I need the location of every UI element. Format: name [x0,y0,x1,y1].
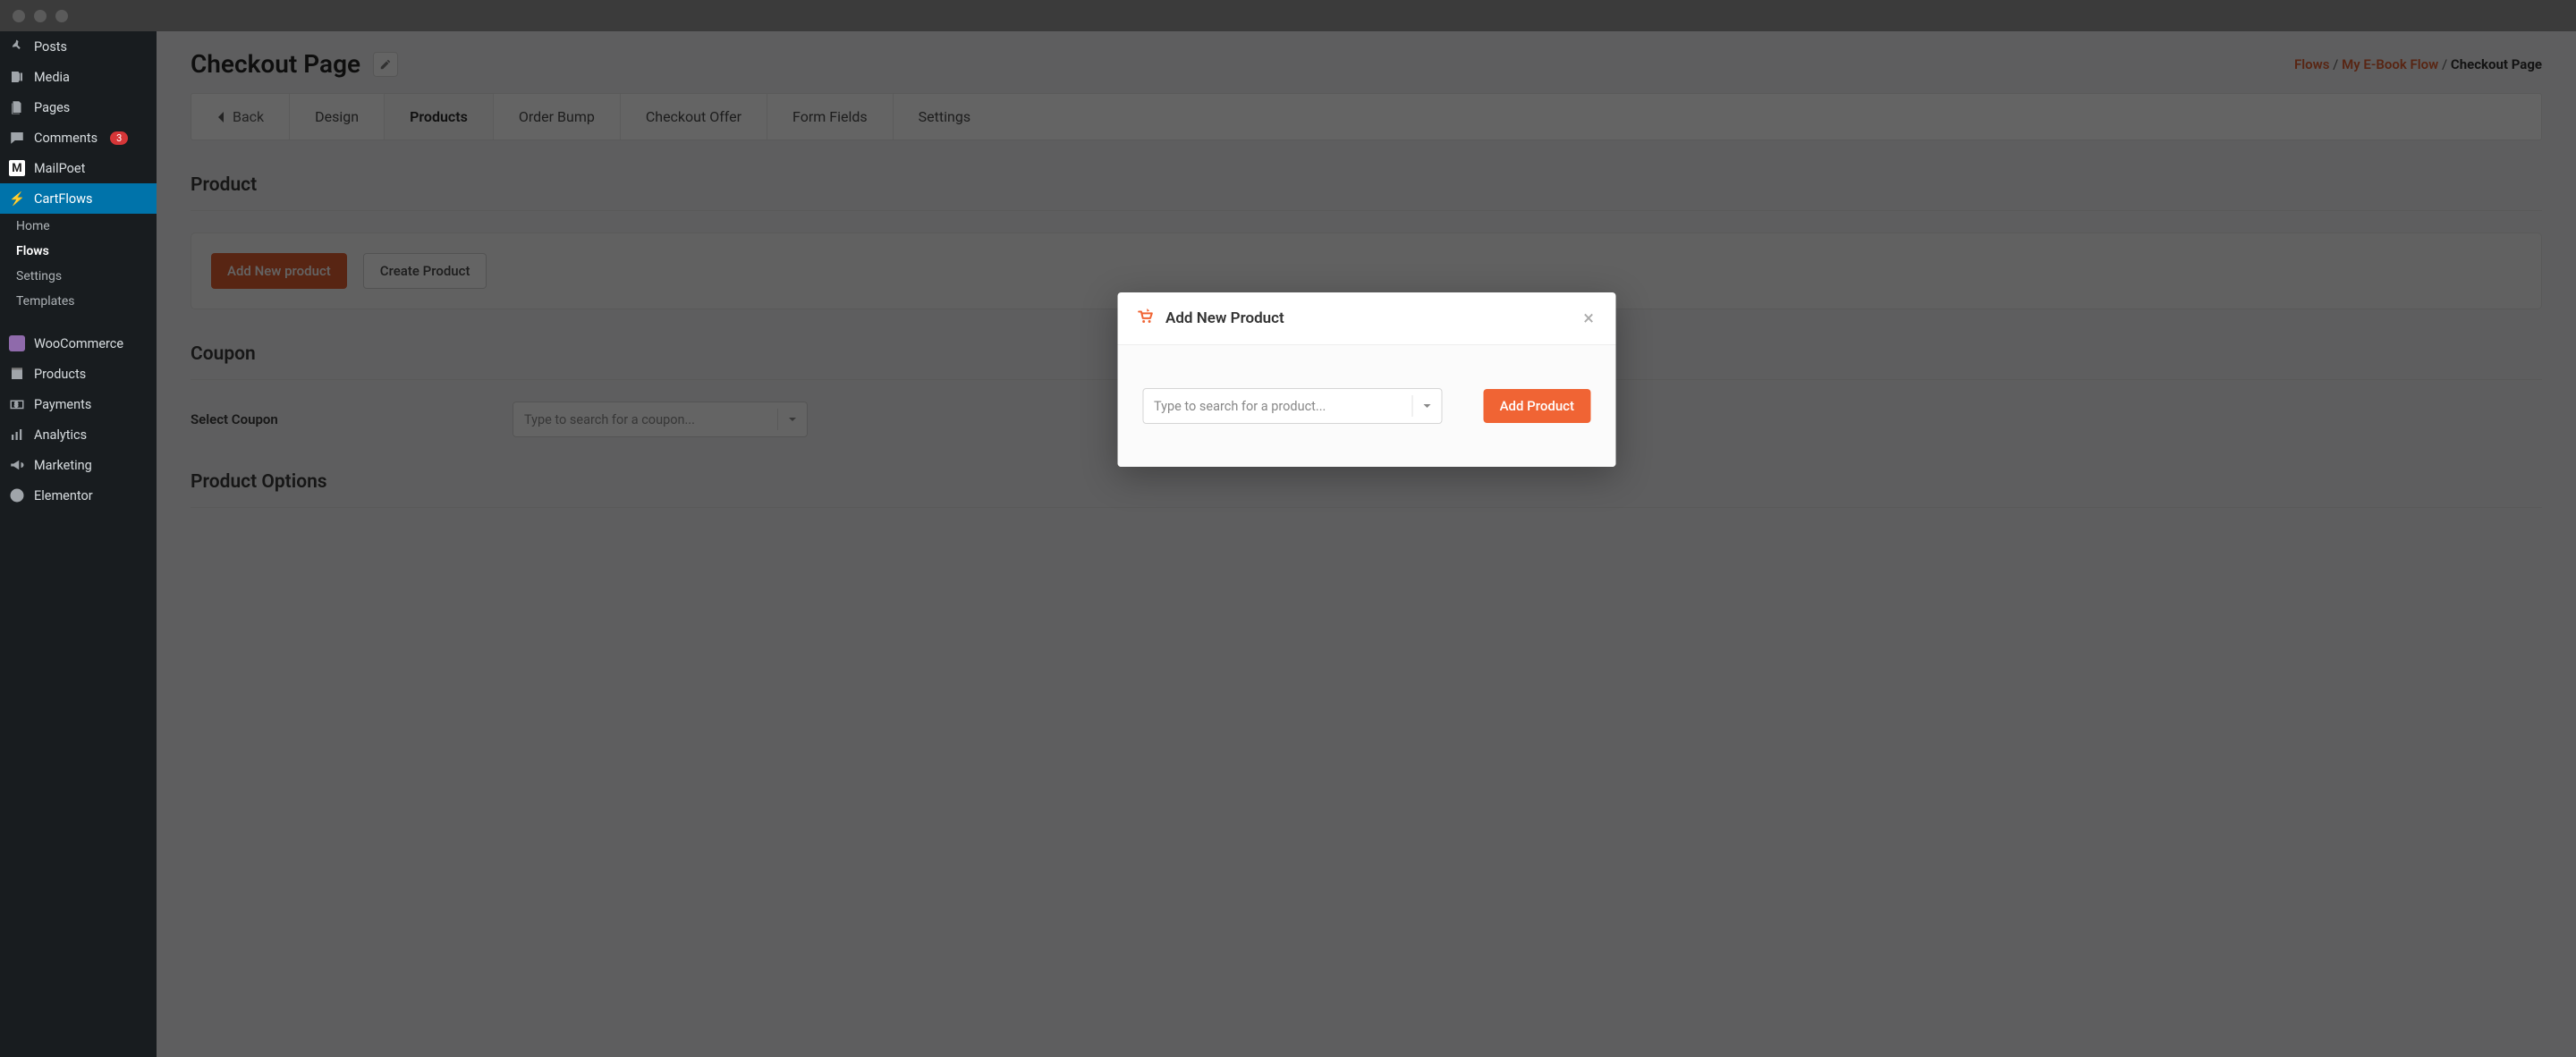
sidebar-subitem-templates[interactable]: Templates [0,289,157,314]
sidebar-item-label: Products [34,367,86,382]
sidebar-item-mailpoet[interactable]: M MailPoet [0,153,157,183]
comment-icon [9,130,25,146]
sidebar-item-label: Comments [34,131,97,146]
sidebar-item-elementor[interactable]: Elementor [0,480,157,511]
sidebar-item-posts[interactable]: Posts [0,31,157,62]
svg-text:$: $ [14,401,18,409]
sidebar-item-media[interactable]: Media [0,62,157,92]
close-window-icon[interactable] [13,10,25,22]
mailpoet-icon: M [9,160,25,176]
window-titlebar [0,0,2576,31]
sidebar-subitem-settings[interactable]: Settings [0,264,157,289]
sidebar-item-label: Elementor [34,488,93,503]
sidebar-item-label: MailPoet [34,161,85,176]
add-product-modal: Add New Product × Type to search for a p… [1117,292,1615,467]
add-product-submit-button[interactable]: Add Product [1484,389,1590,423]
sidebar-item-payments[interactable]: $ Payments [0,389,157,419]
sidebar-subitem-flows[interactable]: Flows [0,239,157,264]
sidebar-item-label: Posts [34,39,67,55]
close-icon: × [1583,308,1594,330]
cash-icon: $ [9,396,25,412]
sidebar-item-label: Payments [34,397,91,412]
comments-count-badge: 3 [110,131,128,145]
sidebar-item-marketing[interactable]: Marketing [0,450,157,480]
sidebar-item-label: Marketing [34,458,92,473]
elementor-icon [9,487,25,503]
sidebar-item-woocommerce[interactable]: WooCommerce [0,328,157,359]
cartflows-logo-icon [1135,307,1155,330]
woocommerce-icon [9,335,25,351]
pin-icon [9,38,25,55]
admin-sidebar: Posts Media Pages Comments 3 M MailPoet … [0,31,157,1057]
sidebar-item-label: Media [34,70,70,85]
modal-overlay[interactable] [157,31,2576,1057]
sidebar-item-label: CartFlows [34,191,93,207]
sidebar-subitem-home[interactable]: Home [0,214,157,239]
sidebar-item-pages[interactable]: Pages [0,92,157,123]
product-search-placeholder: Type to search for a product... [1154,399,1326,414]
sidebar-item-analytics[interactable]: Analytics [0,419,157,450]
sidebar-item-label: Analytics [34,427,87,443]
media-icon [9,69,25,85]
sidebar-item-products[interactable]: Products [0,359,157,389]
minimize-window-icon[interactable] [34,10,47,22]
main-content: Checkout Page Flows / My E-Book Flow / C… [157,31,2576,1057]
sidebar-item-label: WooCommerce [34,336,123,351]
pages-icon [9,99,25,115]
box-icon [9,366,25,382]
sidebar-item-label: Pages [34,100,70,115]
modal-title: Add New Product [1165,309,1284,327]
bars-icon [9,427,25,443]
product-search-select[interactable]: Type to search for a product... [1142,388,1443,424]
modal-close-button[interactable]: × [1580,308,1597,330]
maximize-window-icon[interactable] [55,10,68,22]
chevron-down-icon [1412,395,1433,417]
sidebar-item-comments[interactable]: Comments 3 [0,123,157,153]
sidebar-item-cartflows[interactable]: ⚡ CartFlows [0,183,157,214]
cartflows-icon: ⚡ [9,190,25,207]
megaphone-icon [9,457,25,473]
